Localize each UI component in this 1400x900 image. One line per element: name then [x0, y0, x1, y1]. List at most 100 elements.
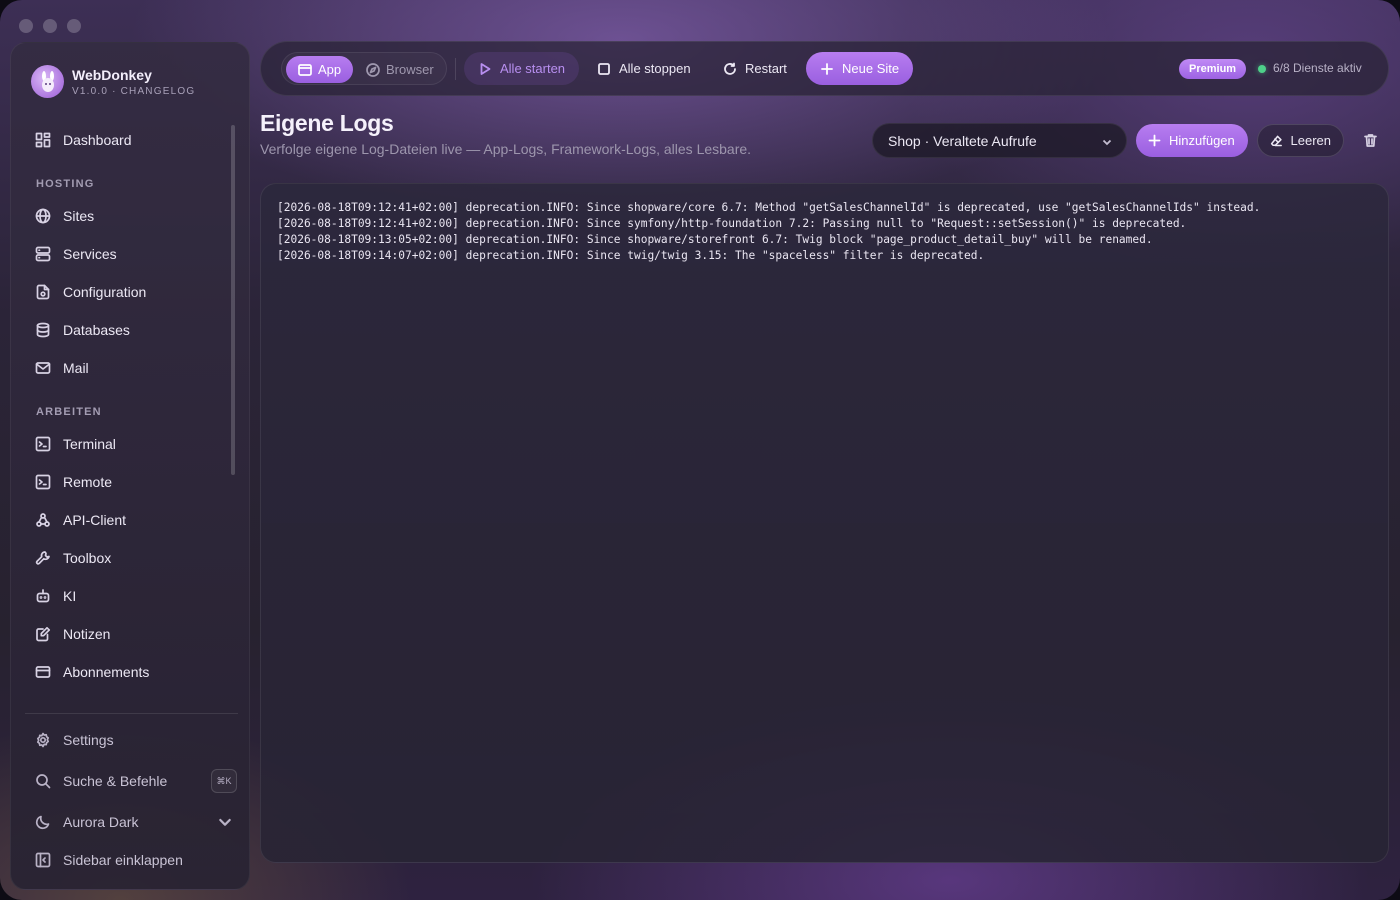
log-line: [2026-08-18T09:13:05+02:00] deprecation.…	[277, 233, 1153, 246]
theme-label: Aurora Dark	[63, 814, 139, 830]
sidebar-item-toolbox[interactable]: Toolbox	[25, 542, 225, 574]
sidebar-item-label: Terminal	[63, 436, 116, 452]
moon-icon	[35, 815, 50, 830]
chevron-down-icon	[1102, 139, 1112, 146]
sidebar-scrollbar[interactable]	[231, 125, 235, 475]
collapse-label: Sidebar einklappen	[63, 852, 183, 868]
stop-icon	[598, 62, 610, 75]
app-name: WebDonkey	[72, 66, 152, 83]
clear-log-label: Leeren	[1290, 133, 1331, 148]
start-all-label: Alle starten	[500, 61, 566, 76]
minimize-window-button[interactable]	[43, 19, 57, 33]
bot-icon	[36, 589, 50, 603]
sidebar-item-services[interactable]: Services	[25, 238, 225, 270]
sidebar-item-label: Remote	[63, 474, 113, 490]
sidebar-item-sites[interactable]: Sites	[25, 200, 225, 232]
selected-log-label: Shop · Veraltete Aufrufe	[888, 132, 1037, 149]
maximize-window-button[interactable]	[67, 19, 81, 33]
section-title-arbeiten: ARBEITEN	[36, 406, 102, 418]
new-site-label: Neue Site	[842, 61, 900, 76]
status-dot	[1258, 65, 1266, 73]
sidebar-item-label: Toolbox	[63, 550, 112, 566]
log-line: [2026-08-18T09:12:41+02:00] deprecation.…	[277, 201, 1261, 214]
globe-icon	[35, 208, 51, 224]
new-site-button[interactable]: Neue Site	[806, 52, 914, 85]
page-title: Eigene Logs	[260, 110, 394, 136]
play-icon	[480, 62, 491, 75]
sidebar-item-terminal[interactable]: Terminal	[25, 428, 225, 460]
sidebar-item-label: Configuration	[63, 284, 147, 300]
sidebar-item-settings[interactable]: Settings	[25, 724, 225, 756]
log-line: [2026-08-18T09:12:41+02:00] deprecation.…	[277, 217, 1187, 230]
dashboard-icon	[35, 132, 51, 148]
mode-browser-button[interactable]: Browser	[354, 56, 446, 83]
add-log-button[interactable]: Hinzufügen	[1136, 124, 1248, 157]
sidebar-item-api-client[interactable]: API-Client	[25, 504, 225, 536]
credit-card-icon	[35, 666, 51, 678]
settings-label: Settings	[63, 732, 114, 748]
sidebar-item-label: Abonnements	[63, 664, 150, 680]
gear-icon	[36, 732, 50, 748]
config-file-icon	[36, 284, 50, 300]
search-label: Suche & Befehle	[63, 773, 168, 789]
sidebar-collapse-icon	[35, 852, 51, 868]
server-icon	[35, 246, 51, 262]
sidebar-item-label: Notizen	[63, 626, 111, 642]
sidebar-divider	[25, 713, 238, 714]
services-status[interactable]: 6/8 Dienste aktiv	[1273, 61, 1362, 75]
add-log-label: Hinzufügen	[1169, 133, 1235, 148]
eraser-icon	[1270, 135, 1282, 146]
wrench-icon	[35, 551, 50, 565]
theme-selector[interactable]: Aurora Dark	[25, 806, 231, 838]
plus-icon	[1148, 134, 1161, 147]
sidebar-item-label: Dashboard	[63, 132, 132, 148]
clear-log-button[interactable]: Leeren	[1257, 124, 1344, 157]
window-controls	[19, 19, 81, 33]
toolbar-divider	[455, 58, 456, 80]
sidebar-item-abonnements[interactable]: Abonnements	[25, 656, 225, 688]
premium-badge[interactable]: Premium	[1179, 59, 1247, 79]
remote-terminal-icon	[35, 474, 51, 490]
mode-browser-label: Browser	[386, 62, 434, 77]
collapse-sidebar-button[interactable]: Sidebar einklappen	[25, 844, 225, 876]
log-source-select[interactable]: Shop · Veraltete Aufrufe	[872, 123, 1127, 158]
app-version[interactable]: V1.0.0 · CHANGELOG	[72, 86, 195, 97]
sidebar-item-mail[interactable]: Mail	[25, 352, 225, 384]
webhook-icon	[36, 513, 50, 527]
sidebar-item-dashboard[interactable]: Dashboard	[25, 124, 225, 156]
sidebar-item-configuration[interactable]: Configuration	[25, 276, 225, 308]
shortcut-badge: ⌘K	[211, 769, 237, 793]
sidebar-item-search[interactable]: Suche & Befehle ⌘K	[25, 765, 237, 797]
delete-log-button[interactable]	[1360, 130, 1380, 150]
restart-button[interactable]: Restart	[709, 52, 801, 85]
plus-icon	[821, 62, 833, 75]
brand[interactable]: WebDonkey V1.0.0 · CHANGELOG	[31, 65, 195, 98]
database-icon	[36, 322, 50, 338]
donkey-logo-icon	[31, 65, 64, 98]
sidebar-item-label: Sites	[63, 208, 95, 224]
log-output[interactable]: [2026-08-18T09:12:41+02:00] deprecation.…	[260, 183, 1389, 863]
toolbar: App Browser Alle starten Alle stoppen Re…	[260, 41, 1389, 96]
sidebar-item-label: Databases	[63, 322, 130, 338]
sidebar-item-notizen[interactable]: Notizen	[25, 618, 225, 650]
section-title-hosting: HOSTING	[36, 178, 95, 190]
close-window-button[interactable]	[19, 19, 33, 33]
sidebar-item-label: Services	[63, 246, 117, 262]
sidebar-item-ki[interactable]: KI	[25, 580, 225, 612]
sidebar-item-label: Mail	[63, 360, 89, 376]
app-window: WebDonkey V1.0.0 · CHANGELOG Dashboard H…	[0, 0, 1400, 900]
mail-icon	[35, 362, 51, 374]
search-icon	[36, 774, 51, 789]
sidebar: WebDonkey V1.0.0 · CHANGELOG Dashboard H…	[10, 42, 250, 890]
sidebar-item-databases[interactable]: Databases	[25, 314, 225, 346]
start-all-button[interactable]: Alle starten	[464, 52, 580, 85]
mode-app-button[interactable]: App	[286, 56, 354, 83]
notes-icon	[36, 626, 51, 642]
trash-icon	[1363, 133, 1377, 147]
stop-all-button[interactable]: Alle stoppen	[583, 52, 705, 85]
window-icon	[298, 63, 312, 76]
sidebar-item-remote[interactable]: Remote	[25, 466, 225, 498]
log-line: [2026-08-18T09:14:07+02:00] deprecation.…	[277, 249, 985, 262]
page-subtitle: Verfolge eigene Log-Dateien live — App-L…	[260, 141, 752, 157]
stop-all-label: Alle stoppen	[619, 61, 691, 76]
